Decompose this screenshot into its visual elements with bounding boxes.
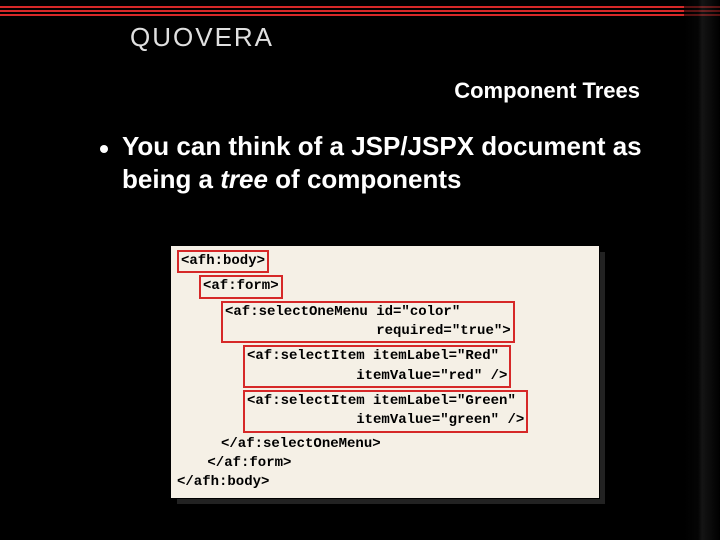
code-text: itemValue="green" />: [247, 412, 524, 428]
code-text: <af:selectOneMenu id="color": [225, 304, 460, 320]
decor-stripe: [0, 10, 720, 12]
slide-title: Component Trees: [454, 78, 640, 104]
decor-right: [684, 0, 720, 540]
code-line: </af:form>: [199, 454, 593, 473]
bullet-item: You can think of a JSP/JSPX document as …: [100, 130, 660, 195]
decor-stripe: [0, 14, 720, 16]
code-block: <afh:body> <af:form> <af:selectOneMenu i…: [170, 245, 600, 499]
code-line: <af:selectItem itemLabel="Green" itemVal…: [243, 390, 528, 433]
code-line: <af:selectOneMenu id="color" required="t…: [221, 301, 515, 344]
slide-content: You can think of a JSP/JSPX document as …: [100, 130, 660, 195]
code-line: <afh:body>: [177, 250, 269, 273]
code-text: <af:selectItem itemLabel="Red": [247, 348, 499, 364]
code-text: <af:selectItem itemLabel="Green": [247, 393, 516, 409]
code-line: <af:selectItem itemLabel="Red" itemValue…: [243, 345, 511, 388]
code-text: itemValue="red" />: [247, 368, 507, 384]
code-line: </af:selectOneMenu>: [221, 435, 593, 454]
bullet-text: You can think of a JSP/JSPX document as …: [122, 130, 660, 195]
brand-logo: QUOVERA: [130, 22, 274, 53]
code-line: <af:form>: [199, 275, 283, 298]
bullet-icon: [100, 145, 108, 153]
bullet-post: of components: [268, 164, 462, 194]
decor-stripe: [0, 6, 720, 8]
code-text: required="true">: [225, 323, 511, 339]
code-line: </afh:body>: [177, 473, 593, 492]
bullet-em: tree: [220, 164, 268, 194]
